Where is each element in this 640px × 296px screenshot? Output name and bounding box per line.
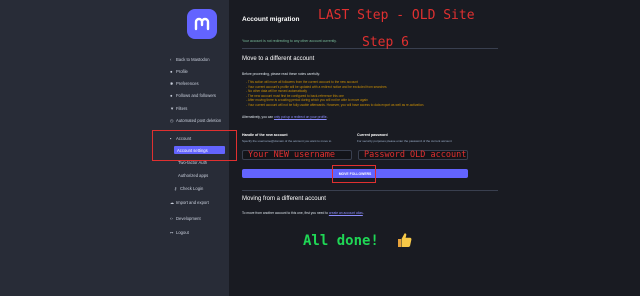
warning-item: - Your current account will not be fully…	[246, 102, 425, 107]
move-section-heading: Move to a different account	[242, 56, 315, 62]
sidebar-item-check-login[interactable]: ⚷ Check Login	[174, 186, 203, 191]
sidebar-item-logout[interactable]: ↦ Logout	[170, 230, 189, 235]
moving-text: To move from another account to this one…	[242, 211, 364, 215]
button-highlight-box	[332, 165, 376, 183]
before-proceeding-text: Before proceeding, please read these not…	[242, 72, 321, 76]
sidebar-item-label: Profile	[176, 69, 188, 74]
sidebar-item-import-export[interactable]: ☁ Import and export	[170, 200, 209, 205]
new-account-handle-input[interactable]: Your NEW username	[242, 150, 352, 160]
step-title-annotation: LAST Step - OLD Site	[318, 8, 475, 23]
sidebar-item-label: Preferences	[176, 81, 199, 86]
handle-label: Handle of the new account	[242, 133, 288, 137]
moving-suffix: .	[362, 211, 364, 215]
alternative-text: Alternatively, you can only put up a red…	[242, 115, 328, 119]
handle-hint: Specify the username@domain of the accou…	[242, 139, 332, 143]
sidebar-item-follows[interactable]: ● Follows and followers	[170, 93, 216, 98]
sidebar-item-label: Follows and followers	[176, 93, 217, 98]
password-hint: For security purposes please enter the p…	[357, 139, 452, 143]
sidebar: ‹ Back to Mastodon ● Profile ✱ Preferences …	[0, 0, 237, 296]
all-done-annotation: All done!	[303, 233, 379, 249]
current-password-input[interactable]: Password OLD account	[358, 150, 468, 160]
step-number-annotation: Step 6	[362, 35, 409, 50]
redirect-status-notice: Your account is not redirecting to any o…	[242, 39, 337, 43]
mastodon-icon	[194, 17, 210, 31]
sidebar-item-label: Back to Mastodon	[176, 57, 210, 62]
sidebar-item-authorized-apps[interactable]: Authorized apps	[178, 173, 208, 178]
sidebar-item-back[interactable]: ‹ Back to Mastodon	[170, 57, 210, 62]
warning-item: - After moving there is a waiting period…	[246, 98, 368, 102]
create-alias-link[interactable]: create an account alias	[329, 211, 363, 215]
sidebar-item-label: Automated post deletion	[176, 118, 222, 123]
sidebar-item-label: Filters	[176, 106, 188, 111]
page-title: Account migration	[242, 16, 300, 23]
redirect-only-link[interactable]: only put up a redirect on your profile	[274, 115, 327, 119]
sidebar-item-label: Import and export	[176, 200, 209, 205]
sidebar-item-filters[interactable]: ▼ Filters	[170, 106, 187, 111]
alternative-suffix: .	[326, 115, 328, 119]
warning-item: - No other data will be moved automatica…	[246, 89, 307, 93]
alternative-prefix: Alternatively, you can	[242, 115, 275, 119]
warning-item: - The new account must first be configur…	[246, 93, 344, 98]
sidebar-item-label: Development	[176, 216, 201, 221]
warning-item: - This action will move all followers fr…	[246, 80, 358, 84]
warning-item: - Your current account's profile will be…	[246, 84, 387, 89]
account-highlight-box	[152, 130, 237, 161]
sidebar-item-label: Check Login	[180, 186, 204, 191]
sidebar-item-label: Authorized apps	[178, 173, 209, 178]
sidebar-item-preferences[interactable]: ✱ Preferences	[170, 81, 199, 86]
sidebar-item-profile[interactable]: ● Profile	[170, 69, 188, 74]
mastodon-logo[interactable]	[187, 9, 217, 39]
moving-section-heading: Moving from a different account	[242, 196, 326, 202]
thumbs-up-icon	[398, 233, 412, 247]
sidebar-item-development[interactable]: ‹› Development	[170, 216, 201, 221]
sidebar-item-automated-deletion[interactable]: ◷ Automated post deletion	[170, 118, 221, 123]
divider	[242, 190, 498, 191]
password-label: Current password	[357, 133, 388, 137]
moving-prefix: To move from another account to this one…	[242, 211, 329, 215]
sidebar-item-label: Logout	[176, 230, 189, 235]
